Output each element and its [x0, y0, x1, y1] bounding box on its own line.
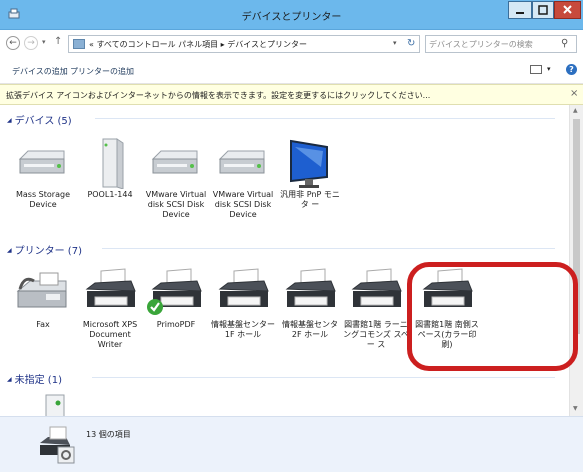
collapse-triangle-icon[interactable]: ◢: [7, 247, 12, 254]
breadcrumb-all-control-panel-items[interactable]: すべてのコントロール パネル項目: [96, 40, 218, 49]
breadcrumb-devices-printers[interactable]: デバイスとプリンター: [227, 40, 307, 49]
device-label: Mass Storage Device: [16, 190, 70, 209]
close-window-button[interactable]: [554, 1, 581, 19]
forward-button[interactable]: →: [24, 36, 38, 50]
printer-item-primopdf[interactable]: PrimoPDF: [143, 267, 209, 330]
title-bar: デバイスとプリンター: [0, 0, 583, 30]
printer-default-icon: [147, 268, 202, 315]
group-header-printers[interactable]: ◢ プリンター (7): [7, 242, 82, 257]
device-label: VMware Virtual disk SCSI Disk Device: [212, 190, 274, 219]
printer-label: 情報基盤センター 1F ホール: [211, 320, 275, 339]
printer-icon: [218, 268, 269, 307]
group-title-unspecified: 未指定 (1): [14, 375, 62, 386]
group-title-devices: デバイス (5): [14, 116, 72, 127]
printer-label: PrimoPDF: [156, 320, 196, 329]
scroll-down-icon[interactable]: ▼: [573, 405, 578, 412]
device-label: POOL1-144: [87, 190, 133, 199]
minimize-icon: [516, 12, 524, 14]
collapse-triangle-icon[interactable]: ◢: [7, 376, 12, 383]
add-printer-button[interactable]: プリンターの追加: [70, 66, 134, 77]
up-one-level-button[interactable]: ↑: [54, 36, 62, 47]
group-divider: [102, 248, 555, 249]
breadcrumb: « すべてのコントロール パネル項目 ▸ デバイスとプリンター: [89, 39, 307, 50]
refresh-icon[interactable]: ↻: [407, 38, 415, 49]
command-bar: デバイスの追加 プリンターの追加 ▾ ?: [0, 58, 583, 84]
printer-item-center-2f[interactable]: 情報基盤センタ 2F ホール: [277, 267, 343, 340]
drive-icon: [18, 150, 65, 174]
devices-printers-icon: [40, 426, 75, 464]
device-item-mass-storage[interactable]: Mass Storage Device: [10, 137, 76, 210]
collapse-triangle-icon[interactable]: ◢: [7, 117, 12, 124]
recent-locations-chevron-icon[interactable]: ▾: [42, 38, 46, 46]
close-icon: [563, 5, 572, 14]
info-bar[interactable]: 拡張デバイス アイコンおよびインターネットからの情報を表示できます。設定を変更す…: [0, 84, 583, 105]
address-history-chevron-icon[interactable]: ▾: [393, 39, 397, 47]
device-item-generic-monitor[interactable]: 汎用非 PnP モニタ ー: [277, 137, 343, 210]
printer-item-library-learning-commons[interactable]: 図書館1階 ラーニ ングコモンズ スペー ス: [343, 267, 409, 350]
drive-icon: [151, 150, 198, 174]
printer-icon: [85, 268, 136, 307]
unspecified-device-icon[interactable]: [38, 393, 70, 416]
device-item-pool1-144[interactable]: POOL1-144: [77, 137, 143, 200]
maximize-button[interactable]: [532, 1, 554, 19]
add-device-button[interactable]: デバイスの追加: [12, 66, 68, 77]
printer-icon: [285, 268, 336, 307]
printer-item-center-1f[interactable]: 情報基盤センター 1F ホール: [210, 267, 276, 340]
group-divider: [95, 118, 555, 119]
device-label: 汎用非 PnP モニタ ー: [280, 190, 340, 209]
address-field[interactable]: « すべてのコントロール パネル項目 ▸ デバイスとプリンター ▾ ↻: [68, 35, 420, 53]
fax-icon: [16, 272, 67, 308]
devices-printers-app-icon: [8, 8, 20, 19]
view-options-chevron-icon[interactable]: ▾: [547, 65, 551, 73]
printer-label: 図書館1階 ラーニ ングコモンズ スペー ス: [343, 320, 409, 349]
control-panel-icon: [73, 39, 85, 49]
printer-label: Microsoft XPS Document Writer: [82, 320, 138, 349]
info-bar-close-icon[interactable]: ×: [570, 88, 578, 99]
search-icon[interactable]: ⚲: [561, 38, 568, 49]
help-icon[interactable]: ?: [566, 64, 577, 75]
address-toolbar: ← → ▾ ↑ « すべてのコントロール パネル項目 ▸ デバイスとプリンター …: [0, 30, 583, 58]
breadcrumb-overflow[interactable]: «: [89, 40, 94, 49]
window-title: デバイスとプリンター: [241, 12, 342, 23]
highlight-annotation: [407, 262, 578, 371]
server-tower-icon: [102, 138, 124, 189]
search-box[interactable]: ⚲: [425, 35, 577, 53]
printer-item-fax[interactable]: Fax: [10, 267, 76, 330]
info-bar-message[interactable]: 拡張デバイス アイコンおよびインターネットからの情報を表示できます。設定を変更す…: [6, 90, 430, 101]
printer-item-microsoft-xps[interactable]: Microsoft XPS Document Writer: [77, 267, 143, 350]
group-title-printers: プリンター (7): [14, 246, 82, 257]
device-item-vmware-disk-2[interactable]: VMware Virtual disk SCSI Disk Device: [210, 137, 276, 220]
group-header-unspecified[interactable]: ◢ 未指定 (1): [7, 371, 62, 386]
printer-label: 情報基盤センタ 2F ホール: [282, 320, 338, 339]
breadcrumb-separator-icon[interactable]: ▸: [221, 40, 225, 49]
printer-label: Fax: [36, 320, 50, 329]
device-label: VMware Virtual disk SCSI Disk Device: [145, 190, 207, 219]
printer-icon: [351, 268, 402, 307]
scroll-up-icon[interactable]: ▲: [573, 107, 578, 114]
maximize-icon: [538, 5, 548, 15]
change-view-icon[interactable]: [530, 65, 542, 74]
details-pane: 13 個の項目: [0, 416, 583, 472]
vertical-scrollbar[interactable]: ▲ ▼: [569, 105, 583, 416]
device-item-vmware-disk-1[interactable]: VMware Virtual disk SCSI Disk Device: [143, 137, 209, 220]
drive-icon: [218, 150, 265, 174]
group-divider: [92, 377, 555, 378]
back-button[interactable]: ←: [6, 36, 20, 50]
minimize-button[interactable]: [508, 1, 532, 19]
monitor-icon: [290, 139, 328, 188]
search-input[interactable]: [429, 38, 555, 50]
item-count: 13 個の項目: [86, 430, 131, 439]
group-header-devices[interactable]: ◢ デバイス (5): [7, 112, 72, 127]
